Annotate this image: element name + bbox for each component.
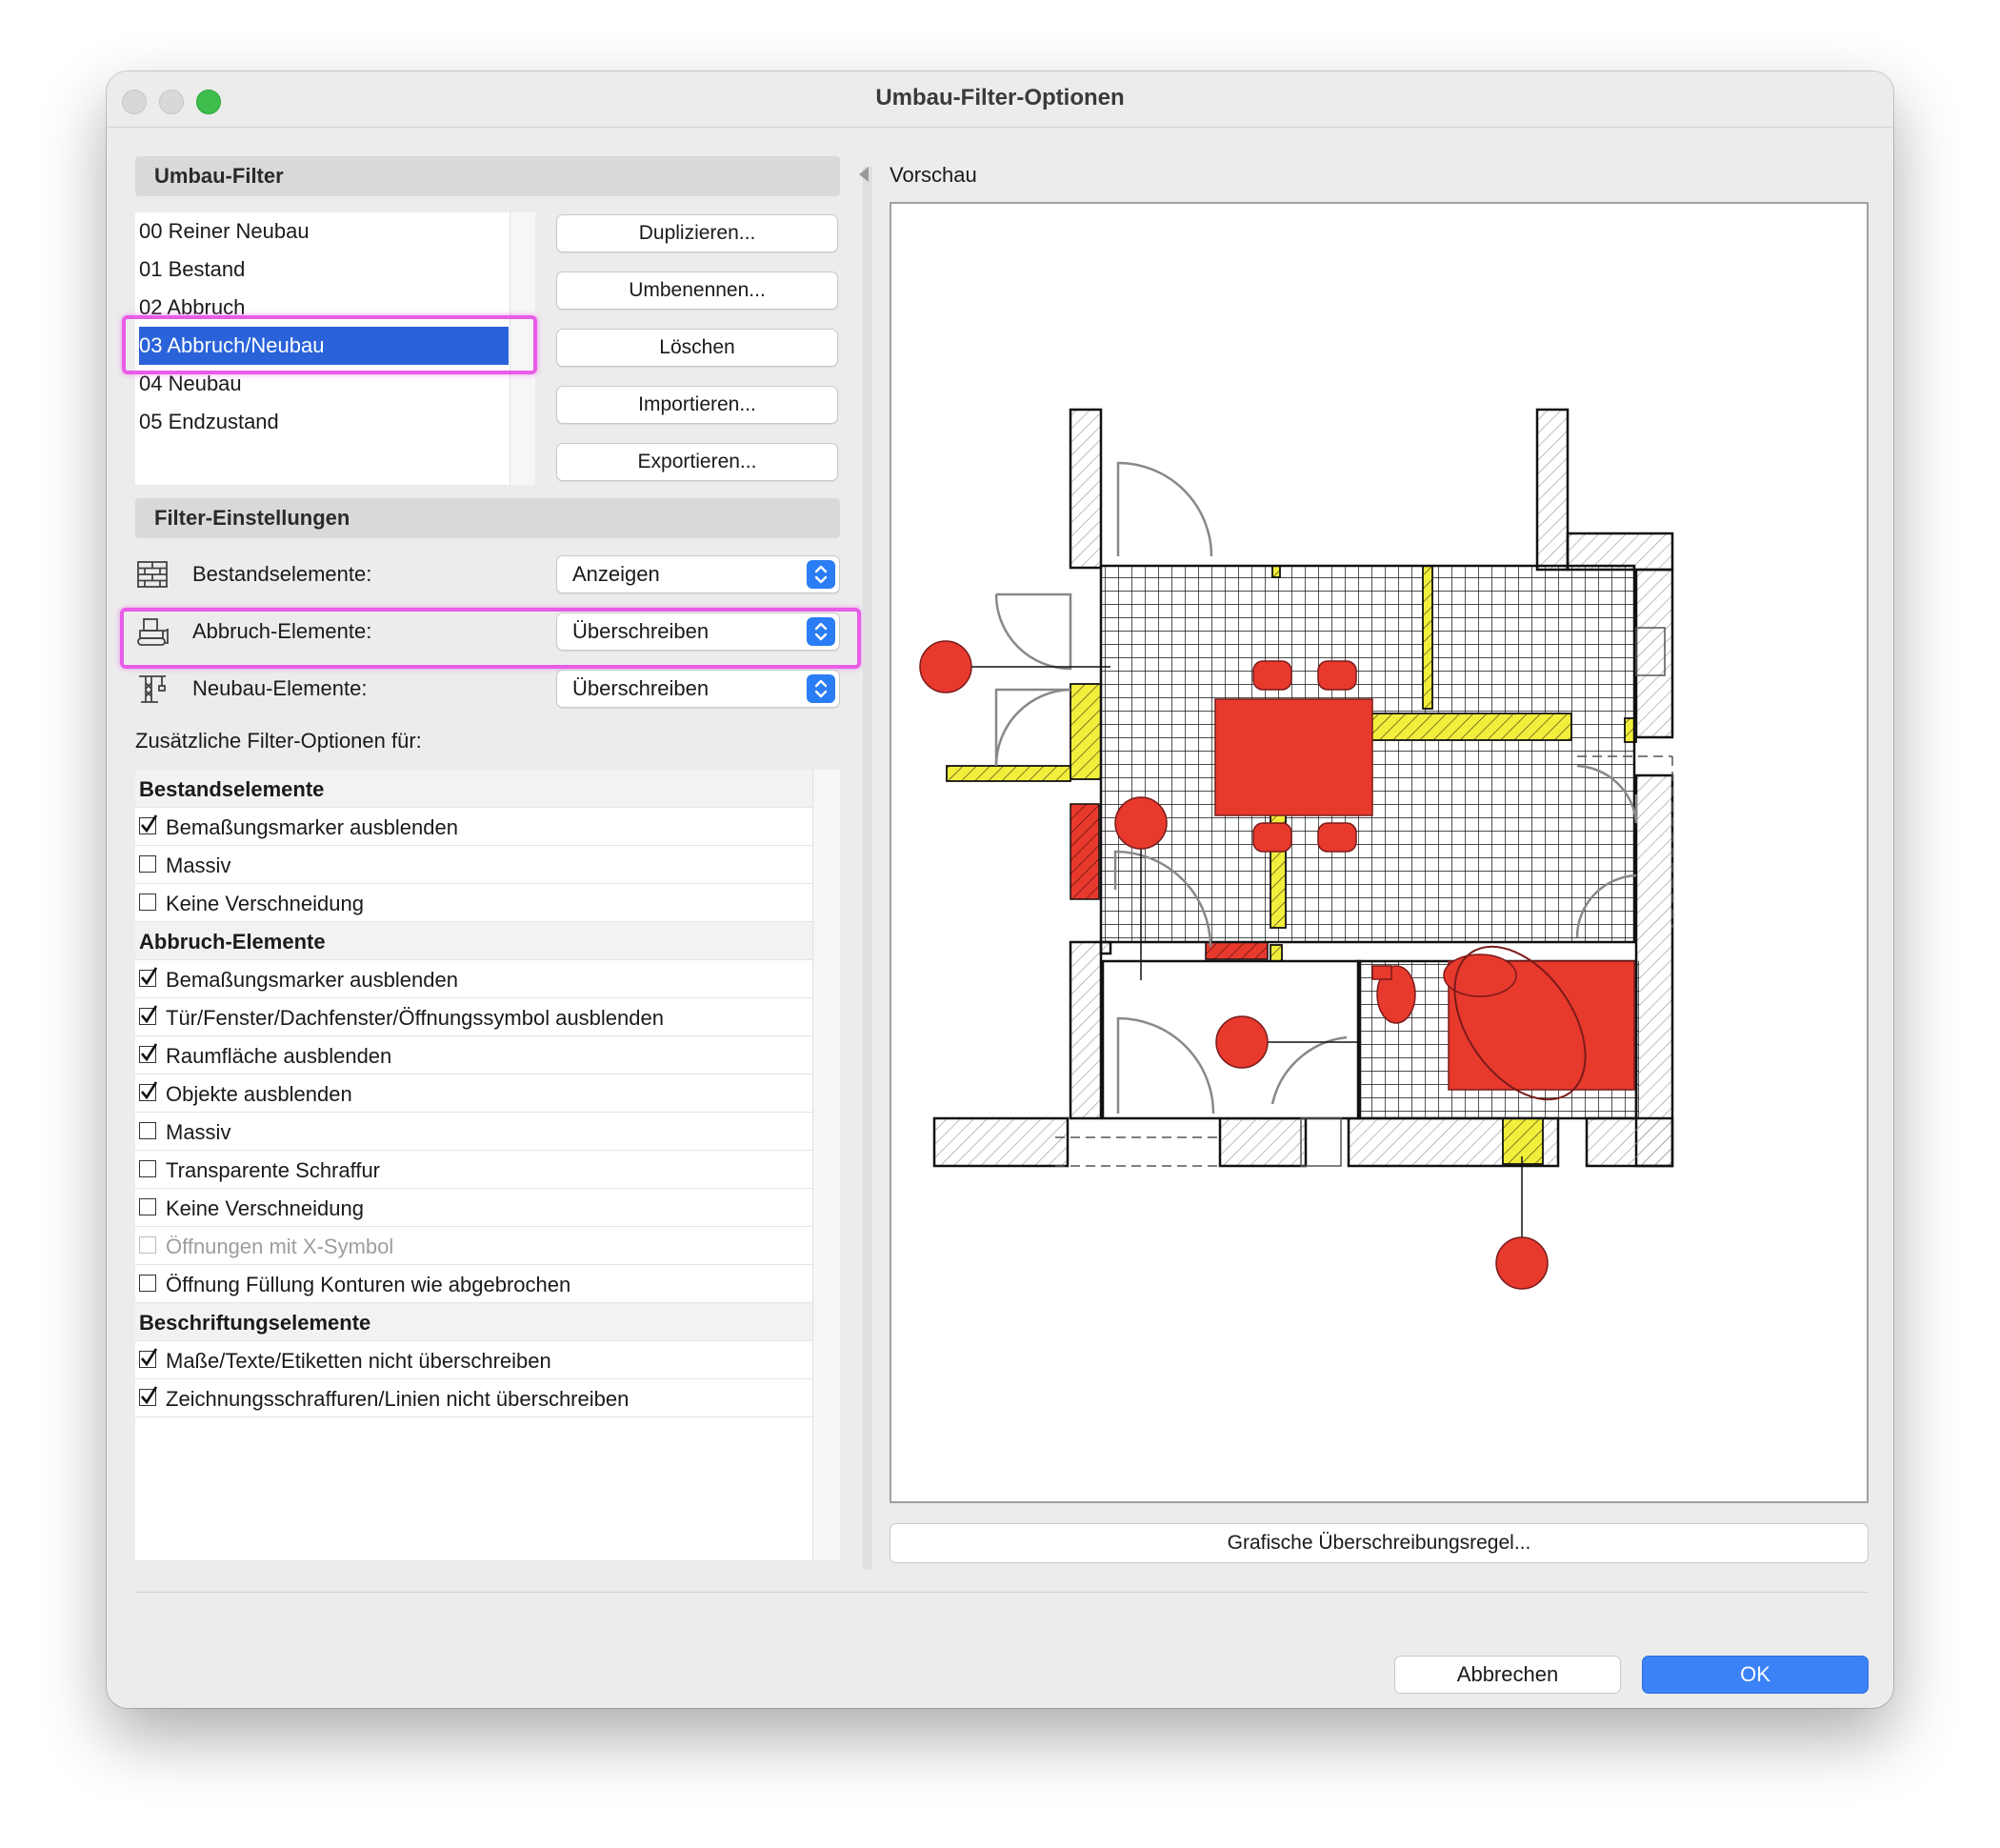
- filter-list-item[interactable]: 00 Reiner Neubau: [139, 212, 509, 251]
- option-row[interactable]: Objekte ausblenden: [135, 1075, 813, 1113]
- checkbox-checked[interactable]: [139, 1005, 158, 1025]
- group-header-annotation: Beschriftungselemente: [135, 1303, 813, 1341]
- cancel-button[interactable]: Abbrechen: [1394, 1656, 1621, 1694]
- footer-divider: [135, 1592, 1869, 1593]
- settings-section-header: Filter-Einstellungen: [135, 498, 840, 538]
- dialog-window: Umbau-Filter-Optionen Umbau-Filter 00 Re…: [107, 71, 1893, 1708]
- new-elements-label: Neubau-Elemente:: [192, 676, 368, 700]
- option-row[interactable]: Tür/Fenster/Dachfenster/Öffnungssymbol a…: [135, 998, 813, 1036]
- ok-button[interactable]: OK: [1642, 1656, 1869, 1694]
- option-row[interactable]: Transparente Schraffur: [135, 1151, 813, 1189]
- duplicate-button[interactable]: Duplizieren...: [556, 214, 838, 252]
- checkbox[interactable]: [139, 1275, 156, 1292]
- graphic-override-button[interactable]: Grafische Überschreibungsregel...: [890, 1523, 1869, 1563]
- checkbox-checked[interactable]: [139, 1081, 158, 1101]
- checkbox-checked[interactable]: [139, 1348, 158, 1368]
- floor-plan-drawing: [919, 408, 1674, 1290]
- filter-list-item[interactable]: 01 Bestand: [139, 251, 509, 289]
- group-header-demolition: Abbruch-Elemente: [135, 922, 813, 960]
- option-row[interactable]: Keine Verschneidung: [135, 884, 813, 922]
- option-row[interactable]: Massiv: [135, 846, 813, 884]
- crane-icon: [139, 675, 166, 703]
- option-row[interactable]: Bemaßungsmarker ausblenden: [135, 808, 813, 846]
- option-row[interactable]: Bemaßungsmarker ausblenden: [135, 960, 813, 998]
- checkbox-checked[interactable]: [139, 1386, 158, 1406]
- new-elements-row: Neubau-Elemente: Überschreiben: [135, 668, 840, 710]
- option-row[interactable]: Raumfläche ausblenden: [135, 1036, 813, 1075]
- checkbox-disabled: [139, 1236, 156, 1254]
- updown-chevron-icon: [807, 674, 835, 703]
- pane-splitter[interactable]: [863, 167, 872, 1570]
- existing-elements-value: Anzeigen: [572, 562, 660, 586]
- checkbox-checked[interactable]: [139, 814, 158, 834]
- collapse-arrow-icon[interactable]: [859, 167, 869, 182]
- checkbox[interactable]: [139, 1160, 156, 1177]
- option-row[interactable]: Massiv: [135, 1113, 813, 1151]
- checkbox[interactable]: [139, 1122, 156, 1139]
- brick-wall-icon: [137, 561, 168, 588]
- window-title: Umbau-Filter-Optionen: [875, 85, 1125, 110]
- option-row[interactable]: Öffnung Füllung Konturen wie abgebrochen: [135, 1265, 813, 1303]
- filters-section-header: Umbau-Filter: [135, 156, 840, 196]
- new-elements-value: Überschreiben: [572, 676, 710, 700]
- delete-button[interactable]: Löschen: [556, 329, 838, 367]
- option-row[interactable]: Maße/Texte/Etiketten nicht überschreiben: [135, 1341, 813, 1379]
- options-list: Bestandselemente Bemaßungsmarker ausblen…: [135, 770, 840, 1560]
- checkbox[interactable]: [139, 894, 156, 911]
- existing-elements-select[interactable]: Anzeigen: [556, 555, 840, 593]
- extra-options-label: Zusätzliche Filter-Optionen für:: [135, 729, 422, 753]
- rename-button[interactable]: Umbenennen...: [556, 271, 838, 310]
- preview-canvas: [890, 202, 1869, 1503]
- group-header-existing: Bestandselemente: [135, 770, 813, 808]
- preview-label: Vorschau: [890, 163, 977, 187]
- option-row-disabled: Öffnungen mit X-Symbol: [135, 1227, 813, 1265]
- demolition-wall: [1205, 941, 1269, 960]
- checkbox[interactable]: [139, 1198, 156, 1215]
- existing-elements-label: Bestandselemente:: [192, 562, 372, 586]
- options-scrollbar[interactable]: [812, 770, 840, 1560]
- export-button[interactable]: Exportieren...: [556, 443, 838, 481]
- import-button[interactable]: Importieren...: [556, 386, 838, 424]
- highlight-selected-filter: [122, 315, 537, 374]
- option-row[interactable]: Keine Verschneidung: [135, 1189, 813, 1227]
- new-elements-select[interactable]: Überschreiben: [556, 670, 840, 708]
- option-row[interactable]: Zeichnungsschraffuren/Linien nicht übers…: [135, 1379, 813, 1417]
- existing-elements-row: Bestandselemente: Anzeigen: [135, 553, 840, 595]
- demolition-wall: [1070, 803, 1100, 900]
- checkbox-checked[interactable]: [139, 967, 158, 987]
- filter-list-item[interactable]: 05 Endzustand: [139, 403, 509, 441]
- checkbox-checked[interactable]: [139, 1043, 158, 1063]
- checkbox[interactable]: [139, 855, 156, 873]
- highlight-demolition-row: [120, 608, 861, 669]
- updown-chevron-icon: [807, 560, 835, 589]
- titlebar: Umbau-Filter-Optionen: [107, 71, 1893, 128]
